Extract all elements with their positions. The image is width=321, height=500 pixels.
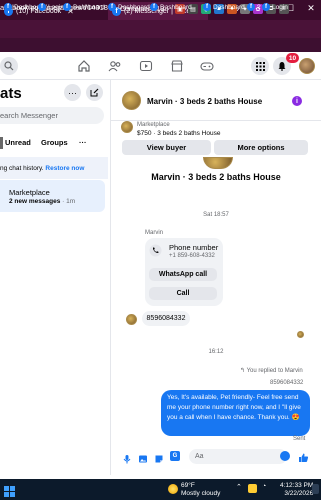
call-button[interactable]: Call: [149, 287, 217, 300]
facebook-icon: f: [247, 3, 255, 11]
chat-avatar[interactable]: [122, 91, 141, 110]
sent-status: Sent: [293, 436, 306, 442]
bookmark-item[interactable]: f Dashboard: [150, 2, 192, 12]
start-icon[interactable]: [4, 484, 15, 497]
clock-time: 4:12:33 PM: [280, 482, 314, 489]
bookmark-label: Dashboard: [213, 3, 245, 11]
image-icon[interactable]: [138, 451, 148, 463]
bookmark-item[interactable]: f Dashboard: [63, 2, 105, 12]
thumbs-up-icon[interactable]: [298, 450, 309, 462]
new-messages-count: 2 new messages: [9, 198, 61, 205]
tab-more[interactable]: ···: [79, 138, 87, 147]
bookmark-item[interactable]: f?: [247, 2, 261, 12]
new-message-icon[interactable]: [86, 84, 103, 101]
friends-icon[interactable]: [107, 58, 123, 74]
gif-icon[interactable]: G: [170, 451, 180, 461]
marketplace-label: Marketplace: [137, 122, 170, 128]
timestamp: Sat 18:57: [203, 212, 229, 218]
restore-history-notice: ng chat history. Restore now: [0, 157, 108, 179]
sender-name: Marvin: [145, 230, 164, 236]
microphone-icon[interactable]: [122, 451, 132, 464]
bookmark-item[interactable]: f Dashboard: [203, 2, 245, 12]
bookmark-item[interactable]: f Login: [262, 2, 288, 12]
more-options-icon[interactable]: ···: [64, 84, 81, 101]
windows-taskbar: [0, 479, 321, 500]
search-icon[interactable]: [0, 57, 18, 75]
watch-icon[interactable]: [138, 58, 154, 74]
listing-price-title[interactable]: $750 · 3 beds 2 baths House: [137, 130, 220, 137]
bookmark-label: Login: [48, 3, 64, 11]
facebook-icon: f: [38, 3, 46, 11]
timestamp: 16:12: [208, 349, 224, 355]
listing-thumbnail: [121, 121, 133, 133]
sent-message[interactable]: Yes, It's available, Pet friendly- Feel …: [161, 390, 310, 436]
view-buyer-button[interactable]: View buyer: [122, 140, 211, 155]
address-bar: [0, 20, 321, 38]
received-message[interactable]: 8596084332: [142, 311, 190, 326]
profile-picture: [203, 157, 233, 169]
emoji-icon[interactable]: [280, 451, 290, 461]
chats-title: ats: [0, 85, 22, 102]
info-icon[interactable]: i: [292, 96, 302, 106]
message-input[interactable]: Aa: [189, 449, 287, 464]
chat-title[interactable]: Marvin · 3 beds 2 baths House: [147, 97, 262, 106]
bookmark-label: Login: [272, 3, 288, 11]
tab-unread[interactable]: Unread: [5, 138, 31, 147]
replied-to-label: You replied to Marvin: [246, 368, 303, 374]
system-clock[interactable]: 4:12:33 PM 3/22/2026: [280, 482, 313, 498]
bookmark-label: ?: [257, 3, 261, 11]
weather-description: Mostly cloudy: [181, 490, 221, 497]
weather-widget[interactable]: 69°F Mostly cloudy: [181, 482, 220, 498]
notification-center-icon[interactable]: [312, 484, 319, 494]
home-icon[interactable]: [76, 58, 92, 74]
weather-icon[interactable]: [168, 484, 178, 494]
profile-name: Marvin · 3 beds 2 baths House: [151, 172, 281, 182]
tab-groups[interactable]: Groups: [41, 138, 68, 147]
reply-indicator: ↰ You replied to Marvin: [240, 367, 303, 374]
facebook-icon: f: [262, 3, 270, 11]
conversation-name: Marketplace: [9, 188, 50, 197]
tray-chevron-icon[interactable]: ⌃: [236, 483, 242, 491]
phone-label: Phone number: [169, 243, 219, 252]
facebook-icon: f: [63, 3, 71, 11]
facebook-icon: f: [150, 3, 158, 11]
bookmark-item[interactable]: f Dashboard: [108, 2, 150, 12]
reply-arrow-icon: ↰: [240, 368, 246, 374]
clock-date: 3/22/2026: [284, 490, 314, 497]
sticker-icon[interactable]: [154, 451, 164, 463]
bookmark-label: Dashboard: [118, 3, 150, 11]
quoted-message[interactable]: 8596084332: [270, 380, 303, 386]
phone-icon: [149, 244, 162, 262]
tab-partial-indicator: [0, 137, 3, 149]
history-notice-text: ng chat history.: [0, 165, 44, 172]
close-window-button[interactable]: ✕: [304, 3, 318, 14]
notification-badge: 10: [286, 53, 299, 63]
bookmark-label: Dashboard: [160, 3, 192, 11]
seen-avatar: [297, 331, 304, 338]
more-options-button[interactable]: More options: [214, 140, 308, 155]
facebook-icon: f: [108, 3, 116, 11]
facebook-icon: f: [203, 3, 211, 11]
facebook-icon: f: [4, 3, 12, 11]
profile-avatar[interactable]: [299, 58, 315, 74]
whatsapp-call-button[interactable]: WhatsApp call: [149, 268, 217, 281]
search-messenger-input[interactable]: earch Messenger: [0, 107, 104, 124]
conversation-time: 1m: [66, 198, 76, 205]
bookmark-label: Dashboard: [73, 3, 105, 11]
menu-grid-icon[interactable]: [251, 57, 269, 75]
phone-number: +1 859-608-4332: [169, 253, 215, 259]
wifi-icon[interactable]: ◔: [262, 483, 266, 490]
temperature: 69°F: [181, 482, 195, 489]
bookmark-item[interactable]: f Login: [38, 2, 64, 12]
restore-now-link[interactable]: Restore now: [45, 165, 84, 172]
conversation-subtitle: 2 new messages · 1m: [9, 198, 75, 205]
sender-avatar: [126, 314, 137, 325]
gaming-icon[interactable]: [199, 58, 215, 74]
bookmarks-bar: [0, 38, 321, 52]
marketplace-icon[interactable]: [169, 58, 185, 74]
tray-app-icon[interactable]: [248, 484, 257, 493]
